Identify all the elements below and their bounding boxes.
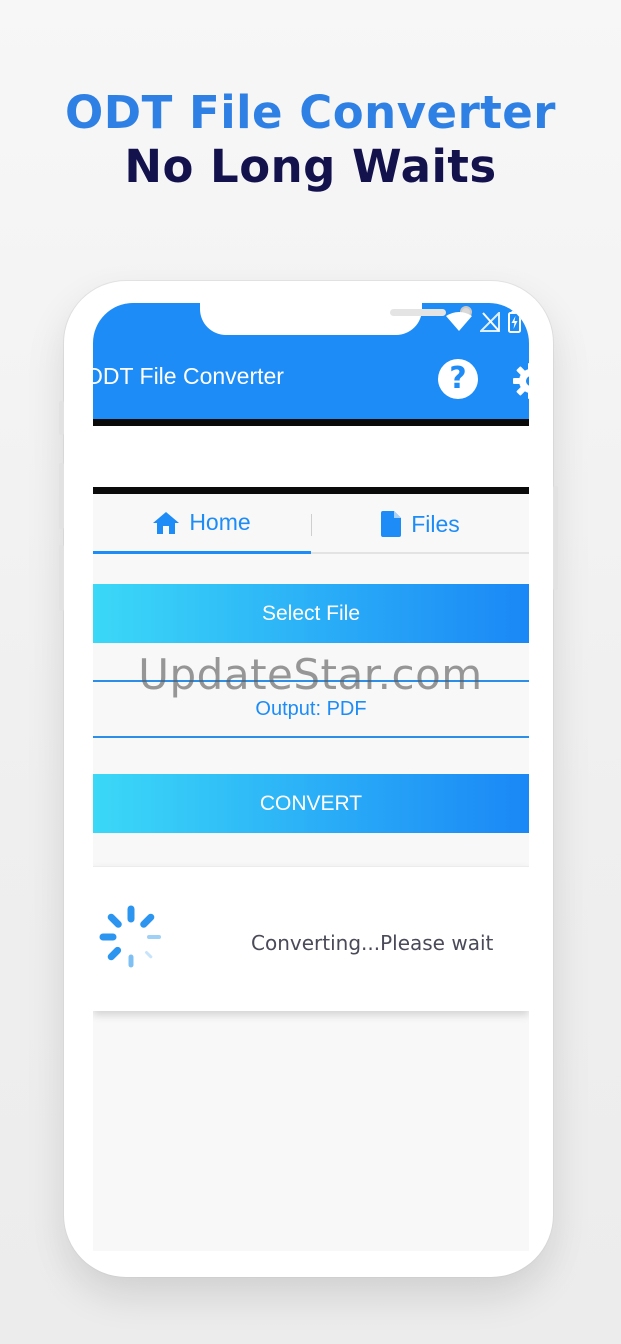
home-icon <box>153 511 180 534</box>
battery-charging-icon <box>508 311 521 333</box>
help-button[interactable]: ? <box>438 359 478 399</box>
output-format-select[interactable]: Output: PDF <box>93 698 529 721</box>
tab-home[interactable]: Home <box>93 494 311 554</box>
no-signal-icon <box>480 312 500 332</box>
tab-files-label: Files <box>411 510 460 537</box>
select-file-button[interactable]: Select File <box>93 584 529 643</box>
convert-button[interactable]: CONVERT <box>93 774 529 833</box>
ad-banner <box>93 426 529 487</box>
wifi-icon <box>446 312 472 331</box>
watermark-text: UpdateStar.com <box>138 650 483 699</box>
progress-dialog: Converting...Please wait <box>93 866 529 1011</box>
progress-message: Converting...Please wait <box>251 931 494 955</box>
ad-banner-border-bottom <box>93 487 529 494</box>
tab-files[interactable]: Files <box>312 494 529 554</box>
tab-home-label: Home <box>189 509 251 535</box>
output-rule-bottom <box>93 736 529 738</box>
app-screen: ODT File Converter ? Home Files Select F… <box>93 303 529 1251</box>
tab-bar: Home Files <box>93 494 529 554</box>
app-title: ODT File Converter <box>93 363 284 389</box>
status-bar-icons <box>446 311 521 333</box>
settings-gear-icon[interactable] <box>511 361 529 401</box>
phone-side-button <box>59 401 64 435</box>
app-bar: ODT File Converter ? <box>93 303 529 419</box>
promo-headline: ODT File Converter <box>65 86 556 139</box>
phone-volume-up <box>59 463 64 529</box>
phone-notch <box>200 303 472 335</box>
file-icon <box>381 511 402 537</box>
phone-power-button <box>553 486 558 590</box>
promo-subheadline: No Long Waits <box>124 140 497 193</box>
loading-spinner-icon <box>99 905 161 968</box>
ad-banner-border-top <box>93 419 529 426</box>
phone-volume-down <box>59 545 64 611</box>
speaker-grille <box>390 309 446 316</box>
